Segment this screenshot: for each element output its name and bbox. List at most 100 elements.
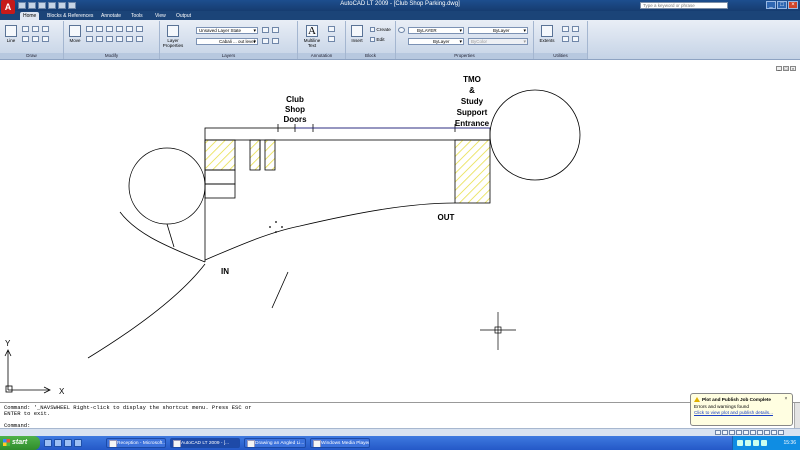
tab-output[interactable]: Output	[173, 12, 194, 20]
tray-settings-icon[interactable]	[778, 430, 784, 435]
plotstyle-dropdown[interactable]: ByColor	[468, 38, 528, 45]
steeringwheel-icon[interactable]	[743, 430, 749, 435]
tab-blocks-references[interactable]: Blocks & References	[44, 12, 96, 20]
label-out: OUT	[438, 213, 455, 222]
task-drawing-angled[interactable]: Drawing an Angled Li...	[244, 438, 306, 448]
mirror-icon[interactable]	[126, 26, 133, 32]
multiline-text-button[interactable]: A Multiline Text	[301, 25, 323, 48]
linetype-dropdown[interactable]: ByLayer	[408, 38, 464, 45]
layer-off-icon[interactable]	[272, 38, 279, 44]
layer-properties-button[interactable]: Layer Properties	[162, 25, 184, 48]
create-block-icon	[370, 27, 375, 32]
notification-close-button[interactable]: ×	[783, 396, 789, 402]
search-input[interactable]: Type a keyword or phrase	[640, 2, 728, 9]
notification-details-link[interactable]: Click to view plot and publish details..…	[694, 410, 789, 416]
tab-view[interactable]: View	[152, 12, 169, 20]
tab-home[interactable]: Home	[20, 12, 40, 20]
circle-icon[interactable]	[32, 26, 39, 32]
distance-icon[interactable]	[572, 26, 579, 32]
zoom-status-icon[interactable]	[736, 430, 742, 435]
update-icon[interactable]	[761, 440, 767, 446]
drawing-restore-button[interactable]: □	[783, 66, 789, 71]
layer-properties-icon	[167, 25, 179, 37]
browser-icon[interactable]	[54, 439, 62, 447]
panel-layers-label: Layers	[160, 53, 297, 59]
calculator-icon[interactable]	[562, 36, 569, 42]
media-icon[interactable]	[64, 439, 72, 447]
task-media-player[interactable]: Windows Media Player	[310, 438, 370, 448]
label-study: Study	[461, 97, 484, 106]
volume-icon[interactable]	[745, 440, 751, 446]
command-window[interactable]: Command: '_NAVSWHEEL Right-click to disp…	[0, 402, 800, 430]
maximize-button[interactable]: □	[777, 1, 787, 9]
move-button[interactable]: Move	[66, 25, 84, 43]
hatch-icon[interactable]	[32, 36, 39, 42]
erase-icon[interactable]	[106, 26, 113, 32]
security-icon[interactable]	[753, 440, 759, 446]
showmotion-icon[interactable]	[750, 430, 756, 435]
command-scrollbar[interactable]	[794, 403, 800, 430]
drawing-window-controls: _ □ ×	[776, 66, 796, 71]
create-block-button[interactable]: Create	[370, 27, 391, 33]
layer-previous-icon[interactable]	[262, 27, 269, 33]
model-icon[interactable]	[715, 430, 721, 435]
task-reception[interactable]: Reception - Microsoft...	[106, 438, 166, 448]
scale-icon[interactable]	[96, 36, 103, 42]
command-history: Command: '_NAVSWHEEL Right-click to disp…	[4, 404, 252, 417]
copy-icon[interactable]	[116, 26, 123, 32]
explode-icon[interactable]	[116, 36, 123, 42]
minimize-button[interactable]: _	[766, 1, 776, 9]
quick-launch	[44, 439, 82, 447]
screen: A AutoCAD LT 2009 - [Club Shop Parking.d…	[0, 0, 800, 450]
lineweight-dropdown[interactable]: ByLayer	[468, 27, 528, 34]
fillet-icon[interactable]	[136, 26, 143, 32]
leader-icon[interactable]	[328, 36, 335, 42]
extents-button[interactable]: Extents	[537, 25, 557, 43]
layer-state-dropdown[interactable]: Unsaved Layer State	[196, 27, 258, 34]
edit-block-button[interactable]: Edit	[370, 37, 385, 43]
label-ampersand: &	[469, 86, 475, 95]
layer-dropdown[interactable]: Cabali ... out level	[196, 38, 258, 45]
pan-icon[interactable]	[562, 26, 569, 32]
panel-annotation-label: Annotation	[298, 53, 345, 59]
insert-button[interactable]: Insert	[348, 25, 366, 43]
network-icon[interactable]	[737, 440, 743, 446]
start-button[interactable]: start	[0, 436, 40, 450]
color-dropdown[interactable]: ByLAYER	[408, 27, 464, 34]
extend-icon[interactable]	[136, 36, 143, 42]
plot-publish-notification[interactable]: Plot and Publish Job Complete × Errors a…	[690, 393, 793, 426]
trim-icon[interactable]	[96, 26, 103, 32]
workspace-icon[interactable]	[764, 430, 770, 435]
show-desktop-icon[interactable]	[44, 439, 52, 447]
stretch-icon[interactable]	[86, 36, 93, 42]
annotation-scale-icon[interactable]	[757, 430, 763, 435]
offset-icon[interactable]	[126, 36, 133, 42]
layer-isolate-icon[interactable]	[272, 27, 279, 33]
layer-match-icon[interactable]	[262, 38, 269, 44]
clipboard-icon[interactable]	[572, 36, 579, 42]
match-properties-icon[interactable]	[398, 27, 405, 33]
pan-status-icon[interactable]	[729, 430, 735, 435]
polyline-icon[interactable]	[22, 26, 29, 32]
drawing-minimize-button[interactable]: _	[776, 66, 782, 71]
application-menu-button[interactable]: A	[1, 0, 15, 14]
rectangle-icon[interactable]	[22, 36, 29, 42]
close-button[interactable]: ×	[788, 1, 798, 9]
panel-annotation: A Multiline Text Annotation	[298, 21, 346, 59]
arc-icon[interactable]	[42, 26, 49, 32]
dimension-icon[interactable]	[328, 26, 335, 32]
line-button[interactable]: Line	[2, 25, 20, 43]
task-autocad[interactable]: AutoCAD LT 2009 - [...	[170, 438, 240, 448]
lock-icon[interactable]	[771, 430, 777, 435]
ellipse-icon[interactable]	[42, 36, 49, 42]
tab-annotate[interactable]: Annotate	[98, 12, 124, 20]
panel-layers: Layer Properties Unsaved Layer State Cab…	[160, 21, 298, 59]
explorer-icon[interactable]	[74, 439, 82, 447]
array-icon[interactable]	[106, 36, 113, 42]
drawing-area[interactable]: _ □ × Club Shop Doors TMO & Study Suppor…	[0, 61, 800, 402]
rotate-icon[interactable]	[86, 26, 93, 32]
drawing-close-button[interactable]: ×	[790, 66, 796, 71]
layout-icon[interactable]	[722, 430, 728, 435]
tab-tools[interactable]: Tools	[128, 12, 146, 20]
panel-draw: Line Draw	[0, 21, 64, 59]
